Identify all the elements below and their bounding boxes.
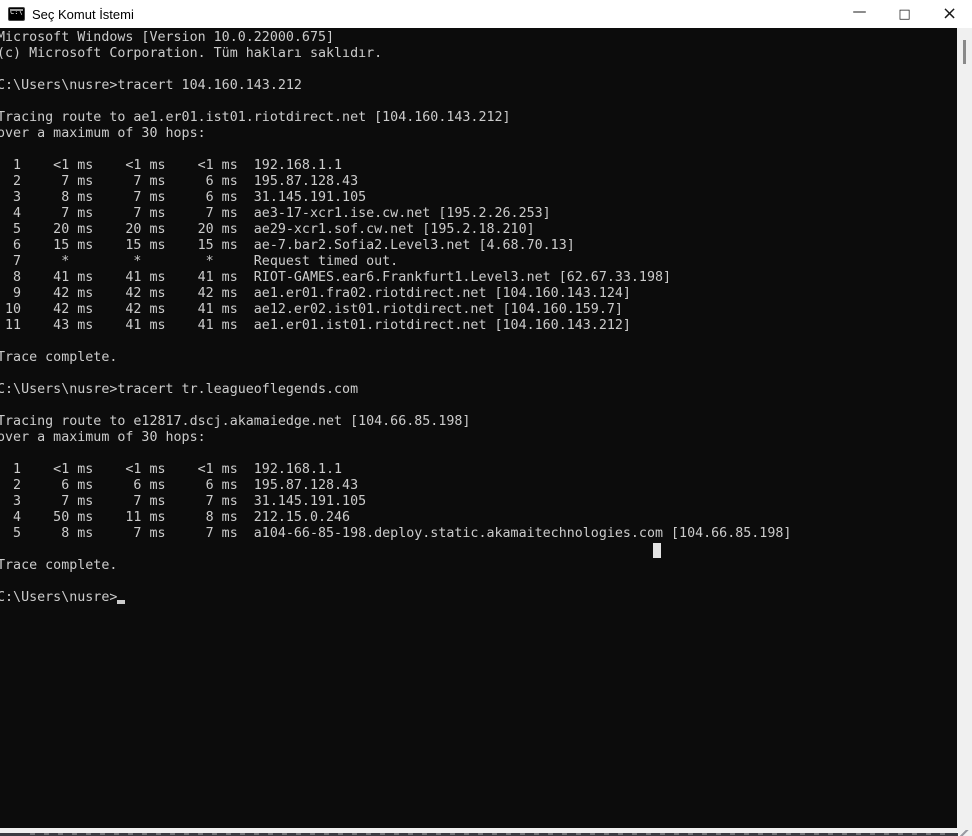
minimize-icon: — bbox=[852, 4, 867, 20]
console-output: Microsoft Windows [Version 10.0.22000.67… bbox=[0, 30, 792, 605]
console-viewport[interactable]: Microsoft Windows [Version 10.0.22000.67… bbox=[0, 28, 957, 828]
minimize-button[interactable]: — bbox=[837, 0, 882, 28]
window-title: Seç Komut İstemi bbox=[32, 6, 134, 22]
maximize-icon: □ bbox=[898, 6, 911, 22]
close-icon: × bbox=[941, 3, 958, 24]
command-prompt-icon: C:\ bbox=[8, 7, 25, 21]
command-prompt-icon-glyph: C:\ bbox=[10, 8, 23, 16]
close-button[interactable]: × bbox=[927, 0, 972, 28]
taskbar-edge-dashes bbox=[30, 833, 950, 835]
resize-grip-icon[interactable] bbox=[958, 830, 972, 836]
vertical-scrollbar[interactable] bbox=[957, 28, 972, 832]
window-controls: — □ × bbox=[837, 0, 972, 28]
maximize-button[interactable]: □ bbox=[882, 0, 927, 28]
titlebar[interactable]: C:\ Seç Komut İstemi — □ × bbox=[0, 0, 972, 28]
text-cursor bbox=[117, 600, 125, 604]
selection-block-cursor bbox=[653, 543, 661, 558]
scrollbar-thumb[interactable] bbox=[963, 40, 966, 64]
command-prompt-window: C:\ Seç Komut İstemi — □ × Microsoft Win… bbox=[0, 0, 972, 836]
